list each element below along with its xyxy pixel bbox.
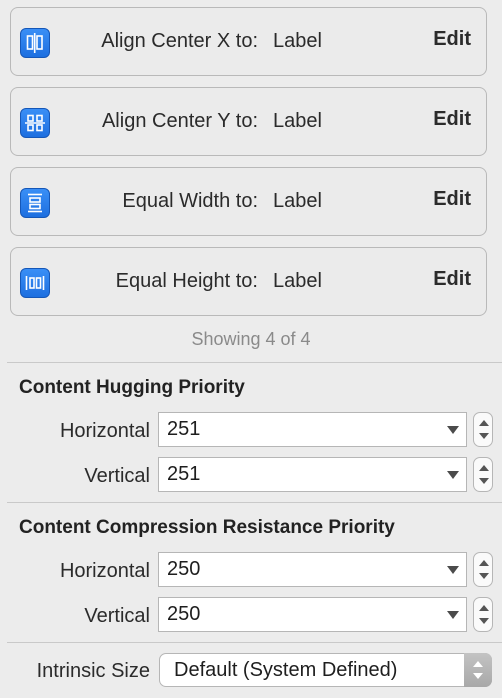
compression-horizontal-label: Horizontal [59,560,150,582]
equal-height-icon [20,268,50,298]
hugging-vertical-stepper[interactable] [473,457,493,492]
constraint-label: Equal Height to: [115,270,258,292]
edit-button[interactable]: Edit [433,188,471,211]
constraint-row-equal-height[interactable]: Equal Height to: Label Edit [10,247,487,316]
equal-width-icon [20,188,50,218]
stepper-up-icon[interactable] [479,420,489,426]
compression-horizontal-stepper[interactable] [473,552,493,587]
constraint-label: Equal Width to: [122,190,258,212]
compression-vertical-stepper[interactable] [473,597,493,632]
constraint-target: Label [273,190,322,212]
constraint-row-align-center-y[interactable]: Align Center Y to: Label Edit [10,87,487,156]
divider [7,502,502,503]
intrinsic-size-label: Intrinsic Size [36,660,150,682]
chevron-down-icon[interactable] [447,611,459,619]
chevron-up-icon [473,661,483,667]
hugging-vertical-label: Vertical [84,465,150,487]
compression-vertical-combo[interactable]: 250 [158,597,467,632]
stepper-down-icon[interactable] [479,618,489,624]
compression-horizontal-combo[interactable]: 250 [158,552,467,587]
showing-count: Showing 4 of 4 [191,329,311,349]
hugging-vertical-combo[interactable]: 251 [158,457,467,492]
stepper-up-icon[interactable] [479,465,489,471]
hugging-horizontal-label: Horizontal [59,420,150,442]
updown-chevron-icon[interactable] [464,653,492,687]
combo-value: 251 [167,463,201,485]
stepper-up-icon[interactable] [479,605,489,611]
hugging-horizontal-combo[interactable]: 251 [158,412,467,447]
edit-button[interactable]: Edit [433,268,471,291]
edit-button[interactable]: Edit [433,108,471,131]
align-center-x-icon [20,28,50,58]
compression-title: Content Compression Resistance Priority [19,517,395,538]
constraint-target: Label [273,30,322,52]
constraint-label: Align Center X to: [101,30,258,52]
chevron-down-icon[interactable] [447,566,459,574]
hugging-title: Content Hugging Priority [19,377,245,398]
constraint-row-align-center-x[interactable]: Align Center X to: Label Edit [10,7,487,76]
stepper-down-icon[interactable] [479,573,489,579]
compression-vertical-label: Vertical [84,605,150,627]
chevron-down-icon[interactable] [447,426,459,434]
combo-value: 251 [167,418,201,440]
stepper-down-icon[interactable] [479,478,489,484]
divider [7,362,502,363]
combo-value: 250 [167,603,201,625]
chevron-down-icon [473,673,483,679]
intrinsic-size-popup[interactable]: Default (System Defined) [159,653,492,687]
constraint-label: Align Center Y to: [101,110,258,132]
constraint-row-equal-width[interactable]: Equal Width to: Label Edit [10,167,487,236]
constraint-target: Label [273,110,322,132]
popup-value: Default (System Defined) [174,659,398,681]
stepper-up-icon[interactable] [479,560,489,566]
chevron-down-icon[interactable] [447,471,459,479]
edit-button[interactable]: Edit [433,28,471,51]
stepper-down-icon[interactable] [479,433,489,439]
combo-value: 250 [167,558,201,580]
hugging-horizontal-stepper[interactable] [473,412,493,447]
constraint-target: Label [273,270,322,292]
divider [7,642,502,643]
align-center-y-icon [20,108,50,138]
